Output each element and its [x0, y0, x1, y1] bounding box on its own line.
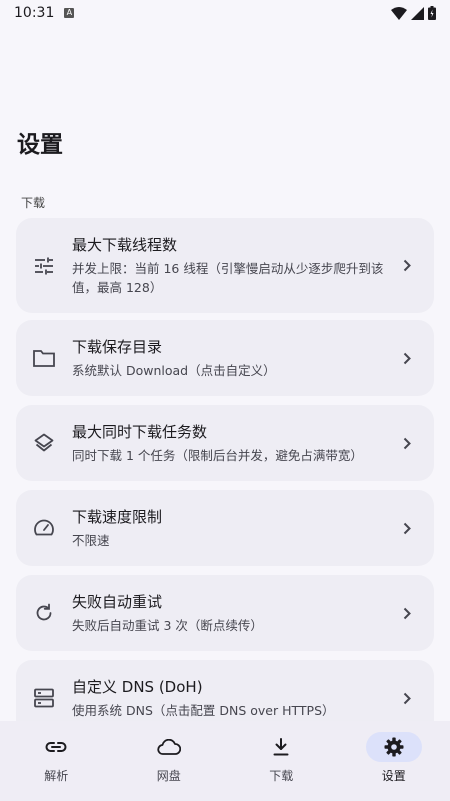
setting-title: 自定义 DNS (DoH) [72, 677, 203, 696]
nav-item-parse[interactable]: 解析 [0, 721, 113, 801]
setting-text: 下载速度限制 不限速 [72, 507, 390, 550]
nav-label: 设置 [381, 769, 406, 783]
cloud-icon [157, 739, 181, 755]
chevron-right-icon [400, 436, 414, 450]
setting-text: 失败自动重试 失败后自动重试 3 次（断点续传） [72, 592, 390, 635]
setting-text: 下载保存目录 系统默认 Download（点击自定义） [72, 337, 390, 380]
setting-max-threads[interactable]: 最大下载线程数 并发上限：当前 16 线程（引擎慢启动从少逐步爬升到该值，最高 … [16, 218, 434, 313]
setting-title: 下载保存目录 [72, 337, 163, 356]
page-title: 设置 [17, 132, 63, 158]
chevron-right-icon [400, 691, 414, 705]
setting-auto-retry[interactable]: 失败自动重试 失败后自动重试 3 次（断点续传） [16, 575, 434, 651]
nav-item-cloud[interactable]: 网盘 [113, 721, 226, 801]
download-icon [273, 738, 289, 756]
chevron-right-icon [400, 351, 414, 365]
sliders-icon [32, 254, 56, 278]
battery-icon [428, 6, 436, 20]
nav-indicator [365, 732, 422, 762]
chevron-right-icon [400, 259, 414, 273]
nav-label: 网盘 [156, 769, 181, 783]
setting-desc: 失败后自动重试 3 次（断点续传） [72, 617, 263, 633]
chevron-right-icon [400, 521, 414, 535]
layers-icon [32, 431, 56, 455]
setting-desc: 系统默认 Download（点击自定义） [72, 362, 276, 378]
setting-save-directory[interactable]: 下载保存目录 系统默认 Download（点击自定义） [16, 320, 434, 396]
setting-title: 下载速度限制 [72, 507, 163, 526]
chevron-right-icon [400, 606, 414, 620]
setting-desc: 并发上限：当前 16 线程（引擎慢启动从少逐步爬升到该值，最高 128） [72, 260, 384, 295]
wifi-icon [391, 6, 407, 20]
setting-max-tasks[interactable]: 最大同时下载任务数 同时下载 1 个任务（限制后台并发，避免占满带宽） [16, 405, 434, 481]
setting-desc: 同时下载 1 个任务（限制后台并发，避免占满带宽） [72, 447, 363, 463]
nav-indicator [253, 732, 309, 762]
section-header: 下载 [21, 196, 46, 210]
setting-title: 最大下载线程数 [72, 235, 178, 254]
folder-icon [32, 346, 56, 370]
setting-desc: 不限速 [72, 532, 110, 548]
bottom-nav: 解析 网盘 下载 设置 [0, 721, 450, 801]
status-bar: 10:31 A [0, 0, 450, 26]
dns-icon [32, 686, 56, 710]
nav-indicator [141, 732, 197, 762]
setting-text: 自定义 DNS (DoH) 使用系统 DNS（点击配置 DNS over HTT… [72, 677, 390, 720]
notification-icon: A [64, 8, 75, 18]
nav-item-settings[interactable]: 设置 [338, 721, 450, 801]
setting-desc: 使用系统 DNS（点击配置 DNS over HTTPS） [72, 702, 335, 718]
setting-speed-limit[interactable]: 下载速度限制 不限速 [16, 490, 434, 566]
setting-title: 失败自动重试 [72, 592, 163, 611]
setting-text: 最大下载线程数 并发上限：当前 16 线程（引擎慢启动从少逐步爬升到该值，最高 … [72, 235, 390, 297]
setting-text: 最大同时下载任务数 同时下载 1 个任务（限制后台并发，避免占满带宽） [72, 422, 390, 465]
speedometer-icon [32, 516, 56, 540]
setting-title: 最大同时下载任务数 [72, 422, 208, 441]
status-time: 10:31 [14, 5, 55, 21]
status-icons [391, 6, 436, 20]
nav-label: 解析 [44, 769, 69, 783]
refresh-icon [32, 601, 56, 625]
link-icon [45, 742, 67, 752]
nav-label: 下载 [269, 769, 294, 783]
nav-item-download[interactable]: 下载 [225, 721, 338, 801]
screen: 10:31 A 设置 下载 最大下载线程数 并发上限：当前 16 线程（引擎慢启… [0, 0, 450, 801]
gear-icon [384, 737, 404, 757]
signal-icon [411, 6, 424, 20]
nav-indicator [28, 732, 84, 762]
